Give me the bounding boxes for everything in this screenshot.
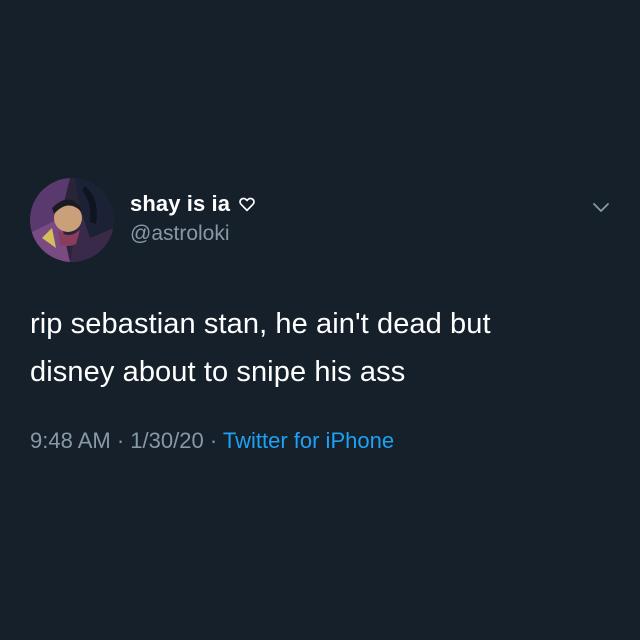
display-name-row[interactable]: shay is ia xyxy=(130,190,256,218)
meta-separator: · xyxy=(209,428,223,453)
tweet-text: rip sebastian stan, he ain't dead but di… xyxy=(30,300,610,396)
tweet-header: shay is ia @astroloki xyxy=(30,178,620,268)
user-handle[interactable]: @astroloki xyxy=(130,222,256,246)
tweet-source-link[interactable]: Twitter for iPhone xyxy=(223,428,394,453)
avatar-image xyxy=(30,178,114,262)
tweet-screen: shay is ia @astroloki rip sebastian stan… xyxy=(0,0,640,640)
avatar[interactable] xyxy=(30,178,114,262)
heart-outline-icon xyxy=(238,195,256,213)
tweet-text-line: rip sebastian stan, he ain't dead but xyxy=(30,308,491,340)
tweet-meta: 9:48 AM · 1/30/20 · Twitter for iPhone xyxy=(30,428,394,454)
display-name[interactable]: shay is ia xyxy=(130,191,230,217)
chevron-down-icon[interactable] xyxy=(590,196,612,218)
meta-separator: · xyxy=(116,428,131,453)
tweet-text-line: disney about to snipe his ass xyxy=(30,356,406,388)
tweet-date[interactable]: 1/30/20 xyxy=(130,428,203,453)
tweet-time[interactable]: 9:48 AM xyxy=(30,428,111,453)
author-names: shay is ia @astroloki xyxy=(130,190,256,246)
